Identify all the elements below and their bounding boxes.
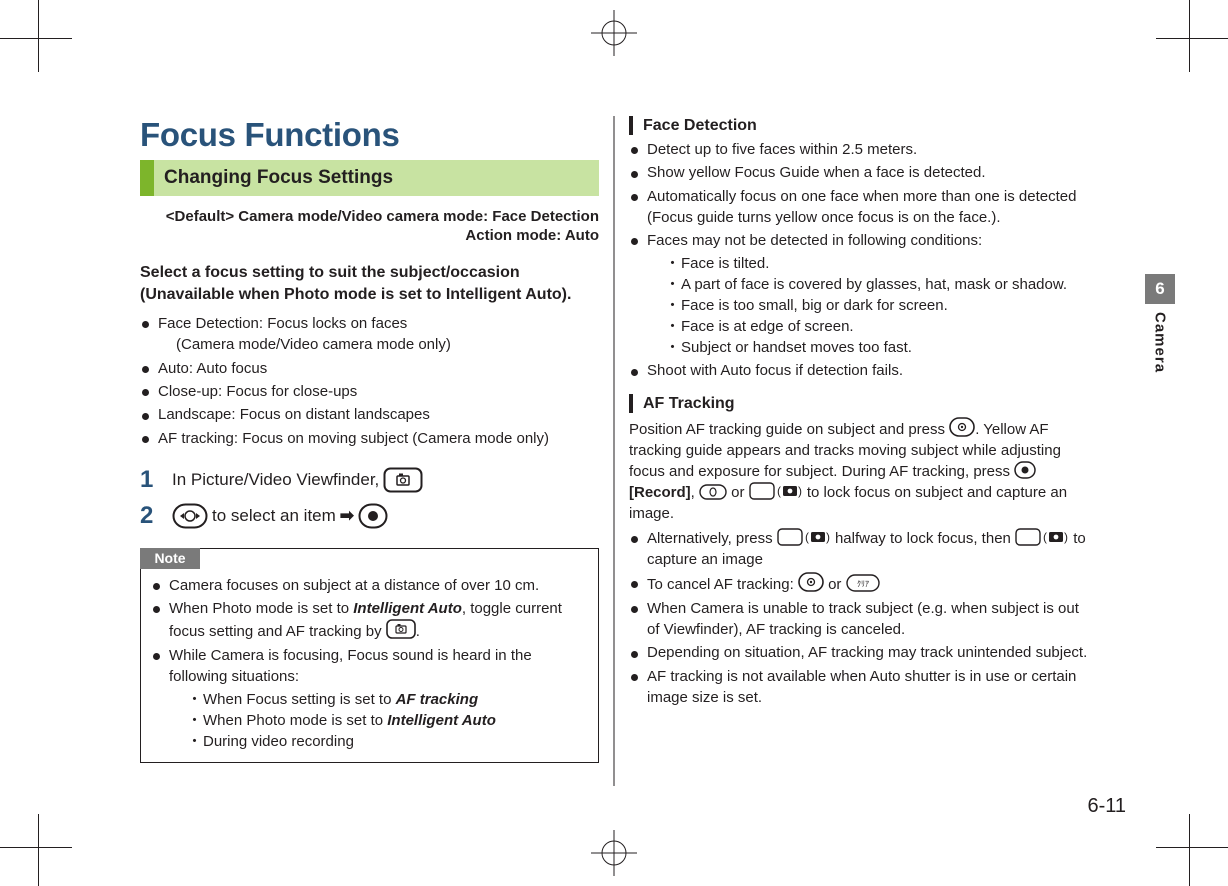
side-key-camera-icon: (): [1015, 528, 1069, 546]
face-detection-list: Detect up to five faces within 2.5 meter…: [629, 139, 1088, 382]
dpad-icon: [798, 572, 824, 592]
center-key-icon: [1014, 461, 1036, 479]
center-key-icon: [358, 503, 388, 529]
svg-text:(: (: [805, 530, 809, 544]
list-item: AF tracking is not available when Auto s…: [629, 666, 1088, 709]
sub-list-item: Subject or handset moves too fast.: [665, 337, 1088, 358]
crop-mark: [0, 38, 72, 39]
svg-text:(: (: [777, 484, 781, 498]
note-item: When Photo mode is set to Intelligent Au…: [151, 598, 588, 643]
manual-page: 6 Camera Focus Functions Changing Focus …: [0, 0, 1228, 886]
content-columns: Focus Functions Changing Focus Settings …: [140, 116, 1088, 786]
note-body: Camera focuses on subject at a distance …: [141, 569, 598, 762]
registration-mark-icon: [589, 828, 639, 878]
step-text-span: In Picture/Video Viewfinder,: [172, 468, 379, 492]
list-item: Landscape: Focus on distant landscapes: [140, 404, 599, 425]
steps: 1 In Picture/Video Viewfinder, 2: [140, 467, 599, 530]
list-item: Auto: Auto focus: [140, 358, 599, 379]
focus-settings-list: Face Detection: Focus locks on faces(Cam…: [140, 313, 599, 449]
column-divider: [614, 116, 615, 786]
list-item: Alternatively, press () halfway to lock …: [629, 528, 1088, 571]
step-number: 1: [140, 467, 158, 493]
lead-paragraph: Select a focus setting to suit the subje…: [140, 262, 599, 305]
page-number: 6-11: [1087, 795, 1126, 818]
af-tracking-list: Alternatively, press () halfway to lock …: [629, 528, 1088, 708]
note-sub-item: During video recording: [187, 731, 588, 752]
note-item: Camera focuses on subject at a distance …: [151, 575, 588, 596]
subheading-text: AF Tracking: [643, 394, 735, 413]
list-item: Faces may not be detected in following c…: [629, 230, 1088, 358]
list-item: Close-up: Focus for close-ups: [140, 381, 599, 402]
list-item: To cancel AF tracking: or ｸﾘｱ: [629, 572, 1088, 595]
arrow-icon: ➡: [340, 504, 354, 528]
list-item: Automatically focus on one face when mor…: [629, 186, 1088, 229]
step-text-span: to select an item: [212, 504, 336, 528]
page-title: Focus Functions: [140, 116, 599, 154]
note-box: Note Camera focuses on subject at a dist…: [140, 548, 599, 763]
heading-bar: [629, 394, 633, 413]
list-item: When Camera is unable to track subject (…: [629, 598, 1088, 641]
list-item: Show yellow Focus Guide when a face is d…: [629, 162, 1088, 183]
side-key-camera-icon: (): [777, 528, 831, 546]
step-text: In Picture/Video Viewfinder,: [172, 467, 423, 493]
side-key-camera-icon: (): [749, 482, 803, 500]
list-item: Shoot with Auto focus if detection fails…: [629, 360, 1088, 381]
sub-list-item: Face is tilted.: [665, 253, 1088, 274]
af-tracking-paragraph: Position AF tracking guide on subject an…: [629, 417, 1088, 524]
svg-text:(: (: [1043, 530, 1047, 544]
default-setting-line: <Default> Camera mode/Video camera mode:…: [140, 208, 599, 225]
crop-mark: [0, 847, 72, 848]
step-text: to select an item ➡: [172, 503, 388, 529]
svg-text:ｸﾘｱ: ｸﾘｱ: [857, 580, 869, 589]
crop-mark: [1189, 0, 1190, 72]
note-sub-item: When Photo mode is set to Intelligent Au…: [187, 710, 588, 731]
section-heading: Changing Focus Settings: [140, 160, 599, 196]
note-label: Note: [140, 548, 200, 569]
crop-mark: [38, 814, 39, 886]
step-number: 2: [140, 503, 158, 529]
camera-key-icon: [383, 467, 423, 493]
step-2: 2 to select an item ➡: [140, 503, 599, 529]
crop-mark: [1189, 814, 1190, 886]
svg-text:): ): [826, 530, 830, 544]
sub-list-item: Face is too small, big or dark for scree…: [665, 295, 1088, 316]
list-item: Depending on situation, AF tracking may …: [629, 642, 1088, 663]
note-item: While Camera is focusing, Focus sound is…: [151, 645, 588, 753]
subheading-text: Face Detection: [643, 116, 757, 135]
chapter-label: Camera: [1152, 312, 1169, 373]
clear-key-icon: ｸﾘｱ: [846, 574, 880, 592]
svg-text:): ): [1064, 530, 1068, 544]
left-column: Focus Functions Changing Focus Settings …: [140, 116, 599, 786]
step-1: 1 In Picture/Video Viewfinder,: [140, 467, 599, 493]
crop-mark: [38, 0, 39, 72]
sub-list-item: Face is at edge of screen.: [665, 316, 1088, 337]
crop-mark: [1156, 847, 1228, 848]
oval-zero-key-icon: [699, 484, 727, 500]
right-column: Face Detection Detect up to five faces w…: [619, 116, 1088, 786]
note-sub-item: When Focus setting is set to AF tracking: [187, 689, 588, 710]
list-item: Detect up to five faces within 2.5 meter…: [629, 139, 1088, 160]
sub-list-item: A part of face is covered by glasses, ha…: [665, 274, 1088, 295]
dpad-horizontal-icon: [172, 503, 208, 529]
subheading-af-tracking: AF Tracking: [629, 394, 1088, 413]
list-item: Face Detection: Focus locks on faces(Cam…: [140, 313, 599, 356]
registration-mark-icon: [589, 8, 639, 58]
camera-key-icon: [386, 619, 416, 639]
crop-mark: [1156, 38, 1228, 39]
heading-bar: [629, 116, 633, 135]
section-label: Changing Focus Settings: [154, 160, 393, 196]
list-item: AF tracking: Focus on moving subject (Ca…: [140, 428, 599, 449]
chapter-number: 6: [1145, 274, 1175, 304]
section-accent: [140, 160, 154, 196]
default-setting-sub: Action mode: Auto: [140, 227, 599, 244]
subheading-face-detection: Face Detection: [629, 116, 1088, 135]
svg-text:): ): [798, 484, 802, 498]
dpad-icon: [949, 417, 975, 437]
side-tab: 6 Camera: [1145, 274, 1175, 373]
